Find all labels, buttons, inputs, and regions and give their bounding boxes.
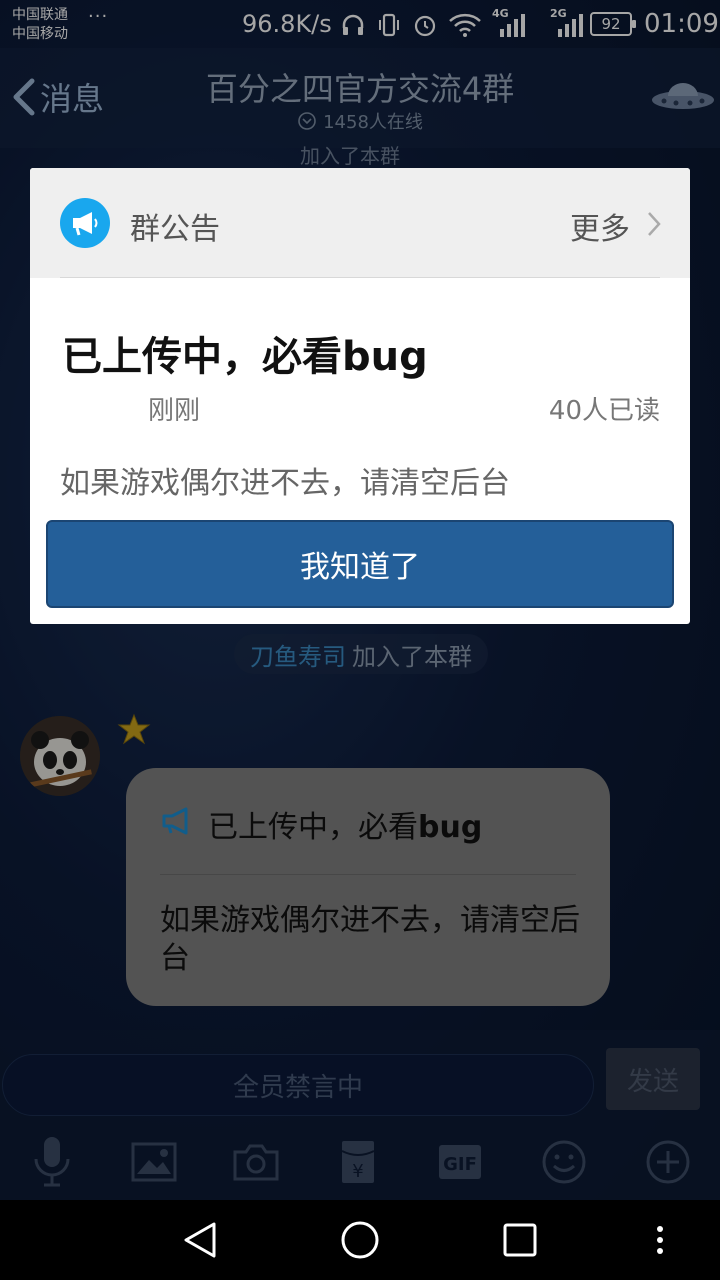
announcement-title: 已上传中，必看bug <box>62 334 428 380</box>
nav-home-button[interactable] <box>336 1216 384 1264</box>
clock: 01:09 <box>644 9 719 39</box>
online-count[interactable]: 1458人在线 <box>0 108 720 134</box>
system-message-text: 加入了本群 <box>352 642 472 671</box>
wifi-icon <box>449 13 481 37</box>
send-button[interactable]: 发送 <box>606 1048 700 1110</box>
confirm-button[interactable]: 我知道了 <box>46 520 674 608</box>
header-divider <box>60 277 660 278</box>
message-title: 已上传中，必看bug <box>208 810 483 845</box>
system-message-user[interactable]: 刀鱼寿司 <box>250 637 346 672</box>
gif-button[interactable]: GIF <box>430 1132 490 1192</box>
image-icon <box>131 1142 177 1182</box>
more-link[interactable]: 更多 <box>570 204 630 248</box>
carrier-2: 中国移动 <box>12 26 68 42</box>
announcement-section-label: 群公告 <box>130 212 220 247</box>
signal-4g-icon: 4G <box>492 7 526 39</box>
menu-dots-icon <box>657 1226 663 1254</box>
announcement-dialog: 群公告 更多 已上传中，必看bug 刚刚 40人已读 如果游戏偶尔进不去，请清空… <box>30 168 690 624</box>
headphones-icon <box>342 14 364 35</box>
megaphone-icon <box>73 212 98 236</box>
system-nav-bar <box>0 1200 720 1280</box>
nav-back-button[interactable] <box>176 1216 224 1264</box>
camera-button[interactable] <box>226 1132 286 1192</box>
vibrate-icon <box>379 13 399 37</box>
announcement-time: 刚刚 <box>148 396 201 426</box>
chevron-right-icon <box>648 212 661 236</box>
plus-icon <box>646 1140 690 1184</box>
emoji-button[interactable] <box>534 1132 594 1192</box>
star-icon <box>116 712 152 752</box>
voice-button[interactable] <box>22 1132 82 1192</box>
message-body: 如果游戏偶尔进不去，请清空后台 <box>160 903 580 976</box>
mic-icon <box>34 1137 70 1187</box>
signal-2g-icon: 2G <box>550 7 584 39</box>
group-menu-button[interactable] <box>650 78 716 116</box>
svg-text:¥: ¥ <box>352 1161 363 1182</box>
announcement-message-bubble[interactable]: 已上传中，必看bug 如果游戏偶尔进不去，请清空后台 <box>126 768 610 1006</box>
notification-more-icon: ··· <box>88 6 109 27</box>
announcement-icon <box>60 198 110 248</box>
partial-system-message: 加入了本群 <box>300 144 400 168</box>
online-count-label: 1458人在线 <box>323 112 423 133</box>
announcement-header[interactable]: 群公告 更多 <box>30 168 690 278</box>
back-triangle-icon <box>184 1222 216 1258</box>
alarm-icon <box>414 15 436 37</box>
bubble-divider <box>160 874 576 875</box>
red-packet-button[interactable]: ¥ <box>328 1132 388 1192</box>
ufo-icon <box>652 83 714 109</box>
red-packet-icon: ¥ <box>341 1141 375 1183</box>
battery-indicator: 92 <box>590 12 636 36</box>
camera-icon <box>233 1144 279 1181</box>
avatar[interactable] <box>20 716 100 796</box>
status-bar: 中国联通 中国移动 ··· 96.8K/s 4G 2G 92 01:09 <box>0 0 720 48</box>
gif-icon: GIF <box>439 1145 481 1179</box>
nav-menu-button[interactable] <box>636 1216 684 1264</box>
system-message: 刀鱼寿司 加入了本群 <box>234 634 488 674</box>
megaphone-icon <box>162 807 188 835</box>
image-button[interactable] <box>124 1132 184 1192</box>
recents-square-icon <box>503 1223 537 1257</box>
carrier-1: 中国联通 <box>12 7 68 23</box>
network-speed: 96.8K/s <box>242 10 332 38</box>
status-icons: 4G 2G <box>340 7 584 40</box>
more-button[interactable] <box>638 1132 698 1192</box>
announcement-read-count[interactable]: 40人已读 <box>549 390 660 427</box>
group-title[interactable]: 百分之四官方交流4群 <box>0 64 720 110</box>
svg-text:GIF: GIF <box>443 1154 477 1175</box>
announcement-body: 如果游戏偶尔进不去，请清空后台 <box>60 466 510 501</box>
input-toolbar: ¥ GIF <box>0 1132 720 1192</box>
chevron-down-circle-icon <box>298 112 316 130</box>
emoji-icon <box>542 1140 586 1184</box>
panda-avatar-image <box>20 716 100 796</box>
carrier-labels: 中国联通 中国移动 <box>12 6 68 44</box>
nav-recents-button[interactable] <box>496 1216 544 1264</box>
message-input[interactable]: 全员禁言中 <box>2 1054 594 1116</box>
home-circle-icon <box>341 1221 379 1259</box>
